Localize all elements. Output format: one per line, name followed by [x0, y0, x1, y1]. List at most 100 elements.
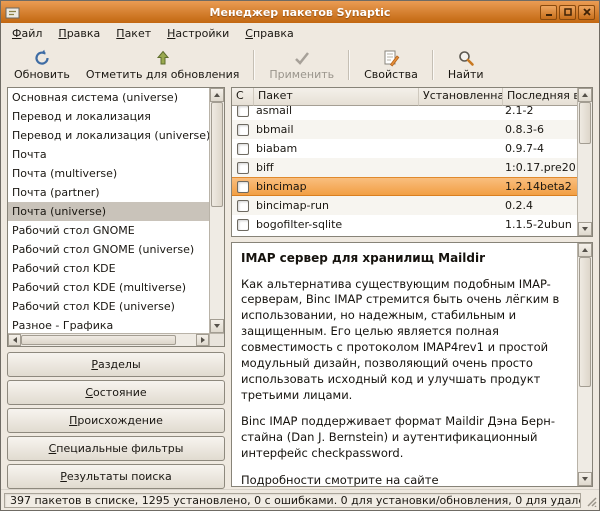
- menu-edit[interactable]: Правка: [50, 24, 108, 44]
- table-body: asmail 2.1-2 bbmail 0.8.3-6 biabam 0.9.7…: [232, 106, 577, 236]
- package-checkbox[interactable]: [237, 161, 249, 174]
- mark-upgrades-button[interactable]: Отметить для обновления: [78, 47, 248, 83]
- table-row[interactable]: bincimap-run 0.2.4: [232, 196, 577, 215]
- column-installed-version[interactable]: Установленная ве: [419, 88, 503, 106]
- column-latest-version[interactable]: Последняя в: [503, 88, 577, 106]
- status-button[interactable]: Состояние: [7, 380, 225, 405]
- minimize-icon[interactable]: [540, 4, 557, 20]
- close-icon[interactable]: [578, 4, 595, 20]
- table-header: С Пакет Установленная ве Последняя в: [232, 88, 577, 106]
- table-row[interactable]: bogofilter-sqlite 1.1.5-2ubun: [232, 215, 577, 234]
- table-row[interactable]: bbmail 0.8.3-6: [232, 120, 577, 139]
- mark-upgrades-label: Отметить для обновления: [85, 68, 240, 81]
- scrollbar-thumb[interactable]: [579, 102, 591, 144]
- apply-label: Применить: [269, 68, 335, 81]
- package-checkbox[interactable]: [237, 142, 249, 155]
- status-cell: [232, 199, 254, 212]
- description-paragraph: Binc IMAP поддерживает формат Maildir Дэ…: [241, 414, 555, 461]
- properties-button[interactable]: Свойства: [356, 47, 426, 83]
- scroll-down-icon[interactable]: [578, 222, 592, 236]
- package-checkbox[interactable]: [237, 123, 249, 136]
- table-row-selected[interactable]: bincimap 1.2.14beta2: [232, 177, 577, 196]
- table-row[interactable]: asmail 2.1-2: [232, 106, 577, 120]
- menu-help[interactable]: Справка: [237, 24, 301, 44]
- list-item[interactable]: Перевод и локализация: [8, 107, 209, 126]
- reload-label: Обновить: [14, 68, 70, 81]
- search-results-button[interactable]: Результаты поиска: [7, 464, 225, 489]
- scroll-up-icon[interactable]: [578, 243, 592, 257]
- list-item[interactable]: Почта (multiverse): [8, 164, 209, 183]
- scroll-left-icon[interactable]: [8, 334, 21, 346]
- list-item[interactable]: Рабочий стол KDE (universe): [8, 297, 209, 316]
- maximize-icon[interactable]: [559, 4, 576, 20]
- status-cell: [232, 106, 254, 117]
- list-item[interactable]: Разное - Графика: [8, 316, 209, 333]
- list-item[interactable]: Почта (partner): [8, 183, 209, 202]
- list-item[interactable]: Перевод и локализация (universe): [8, 126, 209, 145]
- scroll-right-icon[interactable]: [196, 334, 209, 346]
- status-cell: [232, 180, 254, 193]
- table-row[interactable]: biabam 0.9.7-4: [232, 139, 577, 158]
- apply-icon: [293, 49, 311, 67]
- list-item[interactable]: Рабочий стол GNOME: [8, 221, 209, 240]
- scroll-up-icon[interactable]: [210, 88, 224, 102]
- latest-version: 0.9.7-4: [505, 142, 544, 155]
- description-paragraph: Как альтернатива существующим подобным I…: [241, 276, 560, 402]
- statusbar: 397 пакетов в списке, 1295 установлено, …: [1, 489, 599, 510]
- reload-button[interactable]: Обновить: [6, 47, 78, 83]
- category-list-items: Основная система (universe) Перевод и ло…: [8, 88, 209, 333]
- scrollbar-thumb[interactable]: [211, 102, 223, 207]
- package-checkbox[interactable]: [237, 218, 249, 231]
- list-item[interactable]: Рабочий стол KDE: [8, 259, 209, 278]
- package-checkbox[interactable]: [237, 106, 249, 117]
- app-icon: [5, 4, 21, 20]
- description-title: IMAP сервер для хранилищ Maildir: [241, 251, 486, 265]
- list-item[interactable]: Основная система (universe): [8, 88, 209, 107]
- main-area: Основная система (universe) Перевод и ло…: [1, 85, 599, 489]
- titlebar[interactable]: Менеджер пакетов Synaptic: [1, 1, 599, 23]
- menu-settings[interactable]: Настройки: [159, 24, 237, 44]
- scrollbar-thumb[interactable]: [21, 335, 176, 345]
- column-status[interactable]: С: [232, 88, 254, 106]
- table-vscrollbar[interactable]: [577, 88, 592, 236]
- package-checkbox[interactable]: [237, 199, 249, 212]
- category-list-vscrollbar[interactable]: [209, 88, 224, 333]
- scroll-up-icon[interactable]: [578, 88, 592, 102]
- apply-button[interactable]: Применить: [261, 47, 342, 83]
- scroll-down-icon[interactable]: [578, 472, 592, 486]
- toolbar: Обновить Отметить для обновления Примени…: [1, 45, 599, 85]
- toolbar-separator: [431, 50, 434, 80]
- resize-grip[interactable]: [584, 494, 597, 508]
- category-list: Основная система (universe) Перевод и ло…: [7, 87, 225, 347]
- menu-file[interactable]: Файл: [4, 24, 50, 44]
- properties-icon: [382, 49, 400, 67]
- package-name: bincimap: [256, 180, 307, 193]
- latest-version: 1.2.14beta2: [505, 180, 572, 193]
- menubar: Файл Правка Пакет Настройки Справка: [1, 23, 599, 45]
- search-label: Найти: [447, 68, 484, 81]
- table-row[interactable]: biff 1:0.17.pre20: [232, 158, 577, 177]
- toolbar-separator: [348, 50, 351, 80]
- left-pane: Основная система (universe) Перевод и ло…: [7, 87, 225, 489]
- toolbar-separator: [253, 50, 256, 80]
- sections-button[interactable]: Разделы: [7, 352, 225, 377]
- package-checkbox[interactable]: [237, 180, 249, 193]
- custom-filters-button[interactable]: Специальные фильтры: [7, 436, 225, 461]
- list-item[interactable]: Почта: [8, 145, 209, 164]
- status-cell: [232, 142, 254, 155]
- origin-button[interactable]: Происхождение: [7, 408, 225, 433]
- package-name: biff: [256, 161, 274, 174]
- list-item[interactable]: Рабочий стол GNOME (universe): [8, 240, 209, 259]
- scrollbar-thumb[interactable]: [579, 257, 591, 387]
- list-item-selected[interactable]: Почта (universe): [8, 202, 209, 221]
- menu-package[interactable]: Пакет: [108, 24, 159, 44]
- list-item[interactable]: Рабочий стол KDE (multiverse): [8, 278, 209, 297]
- latest-version: 0.2.4: [505, 199, 533, 212]
- description-vscrollbar[interactable]: [577, 243, 592, 486]
- search-button[interactable]: Найти: [440, 47, 492, 83]
- category-list-hscrollbar[interactable]: [8, 333, 209, 346]
- synaptic-window: Менеджер пакетов Synaptic Файл Правка Па…: [0, 0, 600, 511]
- status-cell: [232, 161, 254, 174]
- column-package[interactable]: Пакет: [254, 88, 419, 106]
- scroll-down-icon[interactable]: [210, 319, 224, 333]
